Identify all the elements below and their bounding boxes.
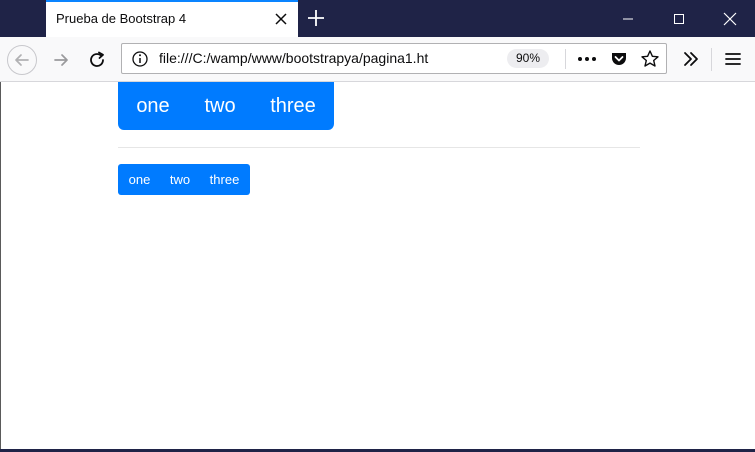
- plus-icon[interactable]: [305, 7, 327, 29]
- small-button-group: one two three: [118, 164, 250, 195]
- window-close-icon: [723, 12, 737, 25]
- browser-tab[interactable]: Prueba de Bootstrap 4: [46, 0, 298, 38]
- zoom-indicator[interactable]: 90%: [507, 49, 550, 68]
- large-button-two[interactable]: two: [188, 82, 252, 130]
- toolbar-separator: [711, 48, 712, 71]
- star-icon[interactable]: [640, 49, 660, 69]
- overflow-button[interactable]: [677, 45, 705, 73]
- back-button[interactable]: [7, 45, 37, 75]
- minimize-icon: [623, 18, 633, 19]
- hamburger-menu-icon: [725, 53, 741, 65]
- reload-button[interactable]: [83, 46, 111, 74]
- menu-button[interactable]: [719, 45, 747, 73]
- minimize-button[interactable]: [604, 0, 652, 37]
- large-button-three[interactable]: three: [252, 82, 334, 130]
- tab-title: Prueba de Bootstrap 4: [56, 11, 187, 26]
- large-button-group: one two three: [118, 82, 334, 130]
- small-button-two[interactable]: two: [161, 164, 199, 195]
- url-bar[interactable]: file:///C:/wamp/www/bootstrapya/pagina1.…: [121, 43, 667, 74]
- title-bar: Prueba de Bootstrap 4: [0, 0, 755, 38]
- page-content: one two three one two three: [0, 82, 755, 452]
- back-arrow-icon: [15, 54, 29, 66]
- close-icon[interactable]: [272, 10, 290, 28]
- forward-button[interactable]: [47, 46, 75, 74]
- window-edge-left: [0, 82, 1, 452]
- large-button-one[interactable]: one: [118, 82, 188, 130]
- url-text[interactable]: file:///C:/wamp/www/bootstrapya/pagina1.…: [159, 50, 428, 66]
- pocket-icon[interactable]: [609, 49, 629, 69]
- overflow-chevrons-icon: [684, 52, 698, 66]
- maximize-icon: [674, 13, 684, 24]
- navigation-toolbar: file:///C:/wamp/www/bootstrapya/pagina1.…: [0, 37, 755, 82]
- reload-icon: [90, 51, 104, 67]
- forward-arrow-icon: [54, 54, 68, 66]
- small-button-one[interactable]: one: [118, 164, 161, 195]
- horizontal-rule: [118, 147, 640, 148]
- window-close-button[interactable]: [706, 0, 754, 37]
- more-dots-icon[interactable]: [577, 50, 597, 68]
- small-button-three[interactable]: three: [199, 164, 250, 195]
- url-separator: [565, 49, 566, 69]
- maximize-button[interactable]: [655, 0, 703, 37]
- info-icon[interactable]: [131, 50, 149, 68]
